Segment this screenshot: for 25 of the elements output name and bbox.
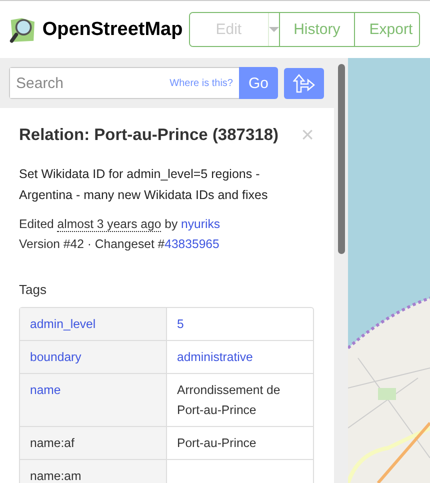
tag-key: name:af bbox=[30, 436, 74, 450]
changeset-comment: Set Wikidata ID for admin_level=5 regions - Argentina - many new Wikidata IDs and fixes bbox=[19, 166, 269, 204]
user-link[interactable]: nyuriks bbox=[181, 217, 220, 231]
tag-key-link[interactable]: admin_level bbox=[30, 317, 96, 331]
changeset-link[interactable]: 43835965 bbox=[164, 237, 220, 251]
tag-value: Arrondissement de Port-au-Prince bbox=[177, 383, 280, 417]
directions-arrow-icon[interactable] bbox=[293, 72, 315, 94]
search-field[interactable]: Search Where is this? bbox=[9, 67, 239, 99]
go-button[interactable]: Go bbox=[239, 67, 278, 99]
tag-value: Port-au-Prince bbox=[177, 436, 256, 450]
version-info: Version #42 · Changeset #43835965 bbox=[19, 236, 220, 253]
tag-key-link[interactable]: boundary bbox=[30, 350, 82, 364]
edited-info: Edited almost 3 years ago by nyuriks bbox=[19, 216, 221, 234]
where-is-this-link[interactable]: Where is this? bbox=[170, 78, 239, 88]
tags-heading: Tags bbox=[19, 282, 48, 297]
tag-value-link[interactable]: 5 bbox=[177, 317, 184, 331]
directions-button[interactable] bbox=[284, 68, 324, 98]
caret-icon[interactable] bbox=[268, 26, 279, 32]
tag-key-link[interactable]: name bbox=[30, 383, 61, 397]
tag-key: name:am bbox=[30, 469, 82, 483]
site-logo-text[interactable]: OpenStreetMap bbox=[42, 18, 183, 40]
tag-value-link[interactable]: administrative bbox=[177, 350, 253, 364]
scrollbar-thumb[interactable] bbox=[338, 64, 344, 254]
panel-title: Relation: Port-au-Prince (387318) bbox=[19, 126, 278, 144]
caret-button[interactable] bbox=[268, 13, 279, 46]
